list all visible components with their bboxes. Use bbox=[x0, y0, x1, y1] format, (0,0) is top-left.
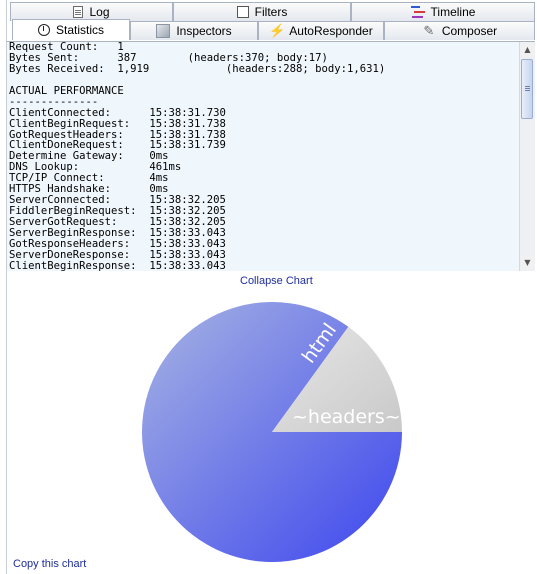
inspectors-icon bbox=[156, 24, 171, 38]
tab-autoresponder[interactable]: ⚡ AutoResponder bbox=[258, 21, 384, 40]
lightning-icon: ⚡ bbox=[269, 23, 286, 38]
vertical-scrollbar[interactable]: ▲ ▼ bbox=[519, 42, 535, 271]
pencil-icon: ✎ bbox=[423, 23, 435, 38]
stopwatch-icon bbox=[37, 24, 50, 36]
scroll-down-arrow-icon[interactable]: ▼ bbox=[521, 256, 534, 270]
pie-chart: html~headers~ bbox=[141, 302, 402, 563]
scroll-thumb[interactable] bbox=[521, 59, 533, 119]
timeline-icon bbox=[410, 5, 425, 19]
tab-label: Filters bbox=[254, 5, 288, 19]
chart-area: Collapse Chart html ~headers~ Copy this c… bbox=[7, 271, 537, 574]
tab-timeline[interactable]: Timeline bbox=[351, 2, 535, 21]
tab-composer[interactable]: ✎ Composer bbox=[384, 21, 535, 40]
copy-chart-link[interactable]: Copy this chart bbox=[13, 558, 86, 570]
stats-line: ClientBeginResponse: 15:38:33.043 bbox=[9, 259, 226, 271]
tab-label: Log bbox=[89, 5, 110, 19]
tab-label: Composer bbox=[441, 24, 498, 38]
log-icon bbox=[73, 6, 84, 18]
statistics-text-panel[interactable]: Request Count: 1 Bytes Sent: 387 (headers… bbox=[7, 41, 535, 271]
tab-row-bottom: Statistics Inspectors ⚡ AutoResponder ✎ … bbox=[0, 19, 537, 40]
tab-inspectors[interactable]: Inspectors bbox=[130, 21, 258, 40]
left-edge bbox=[0, 0, 7, 574]
checkbox-icon bbox=[236, 6, 249, 18]
tab-statistics[interactable]: Statistics bbox=[12, 19, 130, 40]
tab-row-top: Log Filters Timeline bbox=[0, 2, 537, 21]
stats-line: -------------- bbox=[9, 95, 99, 108]
tab-label: AutoResponder bbox=[289, 24, 373, 38]
tab-filters[interactable]: Filters bbox=[173, 2, 351, 21]
tab-label: Inspectors bbox=[176, 24, 232, 38]
stats-line: Bytes Received: 1,919 (headers:288; body… bbox=[9, 62, 386, 75]
stats-line: ClientBeginRequest: 15:38:31.738 bbox=[9, 117, 226, 130]
tab-label: Timeline bbox=[430, 5, 476, 19]
stats-line: ClientConnected: 15:38:31.730 bbox=[9, 106, 226, 119]
tab-label: Statistics bbox=[55, 23, 104, 37]
pie-label-headers: ~headers~ bbox=[292, 406, 401, 428]
scroll-up-arrow-icon[interactable]: ▲ bbox=[521, 43, 534, 57]
statistics-text: Request Count: 1 Bytes Sent: 387 (headers… bbox=[9, 42, 517, 271]
